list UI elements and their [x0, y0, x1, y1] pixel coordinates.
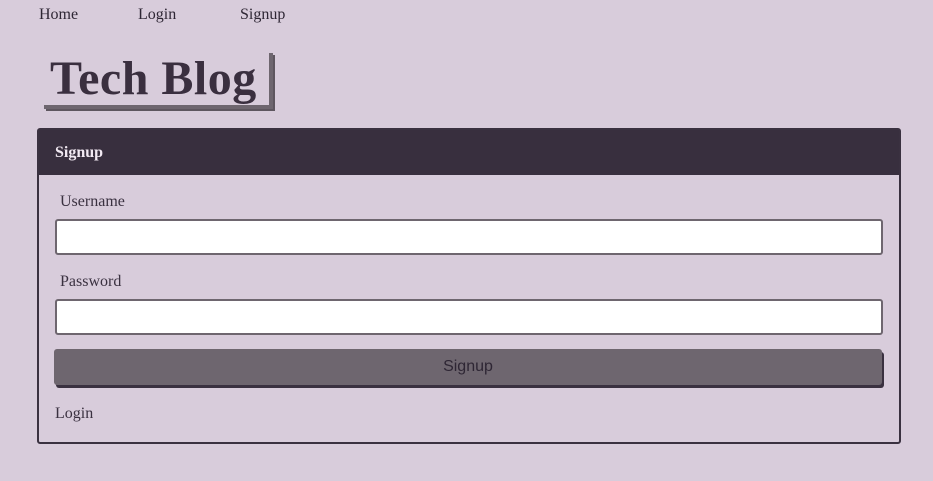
- password-input[interactable]: [55, 299, 883, 335]
- card-title: Signup: [55, 143, 104, 161]
- nav-home-link[interactable]: Home: [39, 6, 78, 24]
- nav-signup-link[interactable]: Signup: [240, 6, 285, 24]
- page: Home Login Signup Tech Blog Signup Usern…: [0, 0, 933, 481]
- signup-card: Signup Username Password Signup Login: [37, 128, 901, 444]
- username-input[interactable]: [55, 219, 883, 255]
- login-link[interactable]: Login: [55, 405, 93, 423]
- site-title: Tech Blog: [50, 52, 257, 105]
- site-logo: Tech Blog: [44, 53, 273, 109]
- nav-login-link[interactable]: Login: [138, 6, 176, 24]
- password-label: Password: [60, 273, 122, 290]
- signup-button[interactable]: Signup: [54, 349, 882, 385]
- username-label: Username: [60, 193, 125, 210]
- card-header: Signup: [39, 130, 899, 175]
